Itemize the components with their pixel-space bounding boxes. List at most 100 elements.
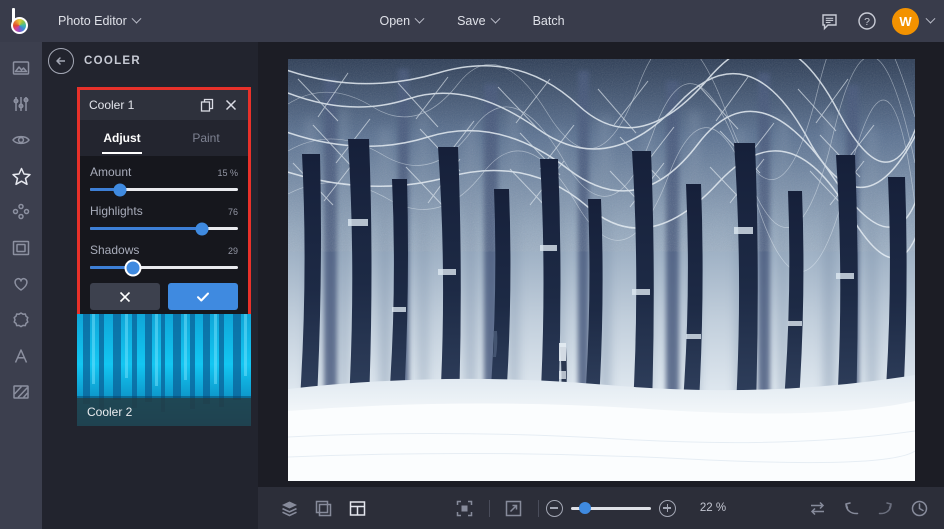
tab-paint[interactable]: Paint (164, 120, 248, 156)
slider-knob-amount[interactable] (113, 183, 127, 196)
slider-row-shadows: Shadows 29 (90, 243, 238, 274)
undo-icon (844, 501, 858, 514)
save-button[interactable]: Save (445, 8, 511, 34)
rail-item-frame[interactable] (0, 230, 42, 266)
history-clock-icon (911, 500, 927, 516)
tab-paint-label: Paint (192, 131, 220, 145)
slider-label-shadows: Shadows (90, 243, 140, 257)
panel-header: COOLER (42, 42, 258, 80)
left-tool-rail (0, 42, 42, 529)
help-button[interactable]: ? (854, 8, 880, 34)
rail-item-favorites[interactable] (0, 266, 42, 302)
top-toolbar-right-group: ? W (816, 0, 936, 42)
rail-item-text[interactable] (0, 338, 42, 374)
slider-track-shadows[interactable] (90, 261, 238, 274)
cancel-button[interactable] (90, 283, 160, 310)
slider-knob-highlights[interactable] (195, 222, 209, 235)
feedback-button[interactable] (816, 8, 842, 34)
fit-to-screen-icon (457, 500, 473, 516)
eye-icon (12, 135, 30, 145)
duplicate-layers-icon[interactable] (199, 97, 216, 114)
slider-track-highlights[interactable] (90, 222, 238, 235)
slider-fill-highlights (90, 227, 203, 230)
panel-layout-button[interactable] (340, 493, 374, 523)
effect-panel-sidebar: COOLER Cooler 1 Adjust Paint Amount 15 %… (42, 42, 258, 529)
batch-button[interactable]: Batch (521, 8, 577, 34)
zoom-slider-track[interactable] (570, 502, 651, 514)
rail-item-photo[interactable] (0, 50, 42, 86)
redo-button[interactable] (868, 493, 902, 523)
checkmark-icon (197, 292, 209, 301)
rail-item-particles[interactable] (0, 194, 42, 230)
save-button-label: Save (457, 14, 486, 28)
app-logo[interactable] (0, 0, 42, 42)
snowy-winter-forest-photo[interactable] (288, 59, 915, 481)
history-button[interactable] (902, 493, 936, 523)
rail-item-texture[interactable] (0, 374, 42, 410)
star-icon (11, 167, 31, 185)
preset-thumbnail-label: Cooler 2 (87, 405, 133, 419)
rail-item-effects[interactable] (0, 158, 42, 194)
effect-card-header: Cooler 1 (80, 90, 248, 120)
top-toolbar: Photo Editor Open Save Batch ? W (0, 0, 944, 42)
plus-circle-icon-vertical (666, 504, 669, 512)
minus-circle-icon (550, 507, 559, 509)
panel-layout-icon (349, 500, 365, 516)
layers-icon (281, 501, 297, 516)
texture-icon (13, 385, 29, 399)
heart-icon (14, 277, 28, 291)
crop-transform-button[interactable] (306, 493, 340, 523)
effect-card-cooler-1: Cooler 1 Adjust Paint Amount 15 % Highli… (77, 87, 251, 324)
user-avatar[interactable]: W (892, 7, 919, 35)
rail-item-adjust[interactable] (0, 86, 42, 122)
preset-thumbnail-label-bar: Cooler 2 (77, 398, 251, 426)
slider-label-highlights: Highlights (90, 204, 143, 218)
slider-group: Amount 15 % Highlights 76 Shadows 29 (80, 156, 248, 283)
open-button[interactable]: Open (367, 8, 435, 34)
slider-row-highlights: Highlights 76 (90, 204, 238, 235)
fit-to-screen-button[interactable] (448, 493, 482, 523)
chat-bubble-icon (821, 13, 837, 30)
app-title-menu[interactable]: Photo Editor (46, 8, 152, 34)
zoom-control: 22 % (545, 499, 727, 517)
zoom-in-button[interactable] (658, 499, 676, 517)
fullscreen-expand-button[interactable] (497, 493, 531, 523)
back-button[interactable] (48, 48, 74, 74)
slider-value-amount: 15 % (217, 168, 238, 178)
crop-transform-icon (315, 500, 331, 516)
tab-adjust[interactable]: Adjust (80, 120, 164, 156)
slider-row-amount: Amount 15 % (90, 165, 238, 196)
preset-thumbnail-cooler-2[interactable]: Cooler 2 (77, 314, 251, 426)
rail-item-eye[interactable] (0, 122, 42, 158)
zoom-level-label: 22 % (699, 502, 727, 514)
redo-icon (878, 501, 892, 514)
slider-value-highlights: 76 (227, 207, 238, 217)
account-chevron-down-icon[interactable] (925, 13, 936, 24)
divider (537, 499, 539, 517)
frame-icon (12, 240, 30, 256)
svg-text:?: ? (864, 16, 870, 28)
slider-label-amount: Amount (90, 165, 132, 179)
app-title-label: Photo Editor (58, 14, 127, 28)
badge-icon (13, 312, 29, 328)
back-arrow-circle-icon (56, 57, 65, 65)
chevron-down-icon (414, 13, 425, 24)
avatar-initial: W (899, 13, 912, 29)
undo-button[interactable] (834, 493, 868, 523)
particles-icon (12, 203, 30, 220)
slider-track-amount[interactable] (90, 183, 238, 196)
rail-item-badges[interactable] (0, 302, 42, 338)
page-title: COOLER (84, 55, 141, 67)
layers-button[interactable] (272, 493, 306, 523)
compare-button[interactable] (800, 493, 834, 523)
zoom-slider-knob[interactable] (579, 502, 592, 514)
slider-knob-shadows[interactable] (126, 261, 140, 274)
photo-icon (12, 61, 30, 75)
bottom-toolbar: 22 % (258, 487, 944, 529)
close-x-icon (119, 291, 131, 302)
canvas-workspace[interactable] (258, 42, 944, 487)
close-x-icon[interactable] (222, 97, 239, 114)
text-icon (14, 349, 28, 363)
zoom-out-button[interactable] (545, 499, 563, 517)
apply-button[interactable] (168, 283, 238, 310)
